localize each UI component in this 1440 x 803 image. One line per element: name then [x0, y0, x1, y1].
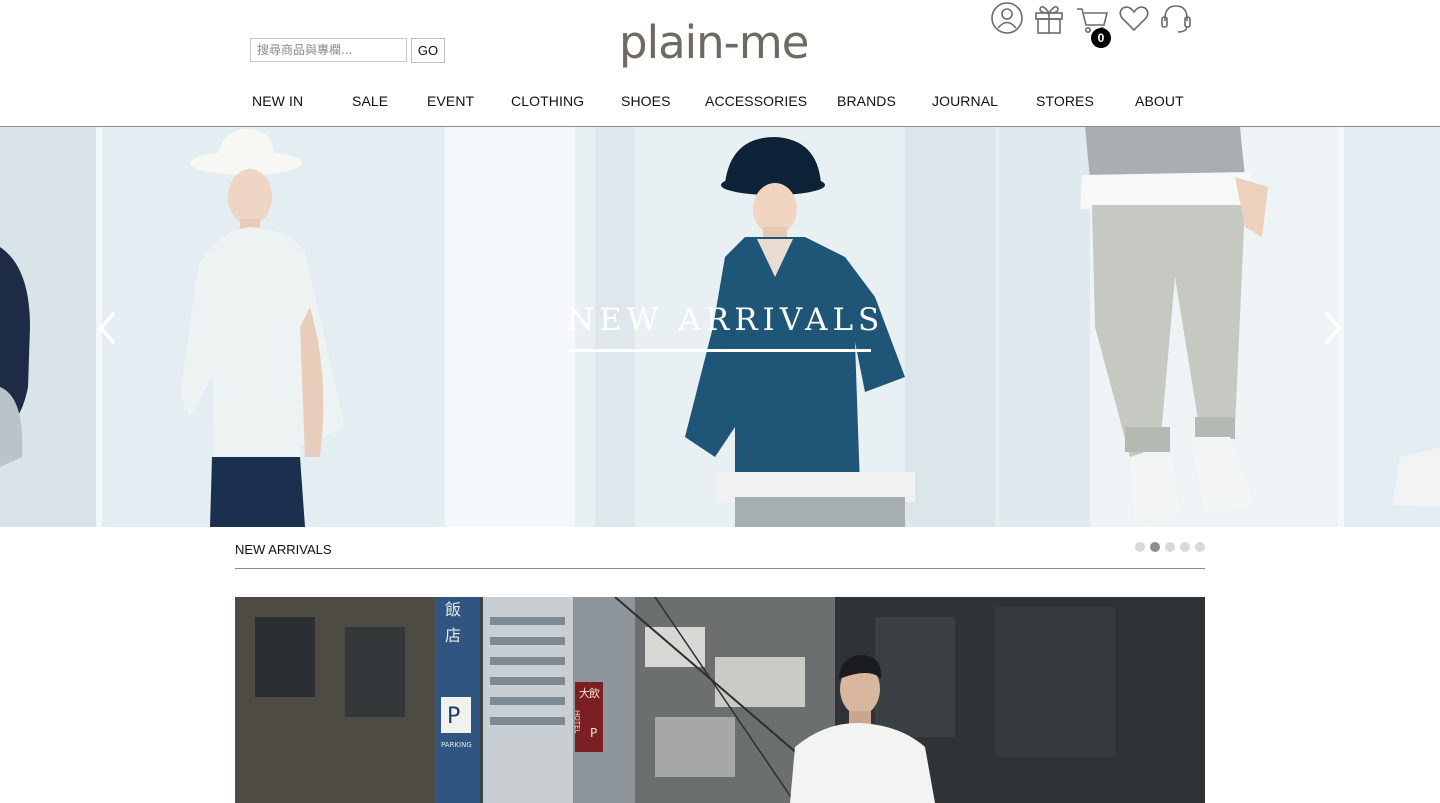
banner-parking-p: P [447, 704, 460, 729]
pagination-dot-1[interactable] [1135, 542, 1145, 552]
chevron-left-icon[interactable] [94, 308, 120, 348]
site-header: GO plain-me 0 NEW IN SALE EVENT CLOTHING… [0, 0, 1440, 127]
nav-new-in[interactable]: NEW IN [252, 93, 303, 109]
nav-brands[interactable]: BRANDS [837, 93, 896, 109]
chevron-right-icon[interactable] [1320, 308, 1346, 348]
nav-event[interactable]: EVENT [427, 93, 474, 109]
banner-parking-label: PARKING [441, 741, 472, 749]
section-title-new-arrivals: NEW ARRIVALS [235, 542, 332, 557]
hero-slider[interactable]: NEW ARRIVALS [0, 127, 1440, 527]
pagination-dot-4[interactable] [1180, 542, 1190, 552]
main-nav: NEW IN SALE EVENT CLOTHING SHOES ACCESSO… [0, 93, 1440, 113]
nav-accessories[interactable]: ACCESSORIES [705, 93, 807, 109]
banner-sign-char-2: 店 [445, 626, 461, 645]
wishlist-heart-icon[interactable] [1116, 0, 1152, 36]
customer-service-headset-icon[interactable] [1158, 0, 1194, 36]
hero-title[interactable]: NEW ARRIVALS [567, 302, 879, 338]
gift-icon[interactable] [1031, 0, 1067, 36]
slider-pagination-dots [1135, 542, 1205, 552]
nav-about[interactable]: ABOUT [1135, 93, 1184, 109]
nav-stores[interactable]: STORES [1036, 93, 1094, 109]
search-input[interactable] [250, 38, 407, 62]
pagination-dot-5[interactable] [1195, 542, 1205, 552]
nav-journal[interactable]: JOURNAL [932, 93, 998, 109]
account-icon[interactable] [989, 0, 1025, 36]
banner-sign-char-1: 飯 [445, 600, 461, 619]
plain-me-logo[interactable]: plain-me [617, 18, 821, 78]
cart-count-badge: 0 [1091, 28, 1111, 48]
hero-photo-right [1000, 127, 1440, 527]
nav-sale[interactable]: SALE [352, 93, 388, 109]
nav-clothing[interactable]: CLOTHING [511, 93, 584, 109]
new-arrivals-street-banner[interactable]: 飯 店 P PARKING 大 飲 HOTEL P [235, 597, 1205, 803]
search-form: GO [250, 38, 445, 63]
pagination-dot-2[interactable] [1150, 542, 1160, 552]
search-go-button[interactable]: GO [411, 38, 445, 63]
logo-text: plain-me [619, 18, 808, 69]
banner-hotel-label: HOTEL [573, 710, 581, 733]
hero-photo-left [0, 127, 440, 527]
nav-shoes[interactable]: SHOES [621, 93, 671, 109]
pagination-dot-3[interactable] [1165, 542, 1175, 552]
hero-title-underline [569, 349, 871, 352]
banner-hotel-p: P [590, 726, 597, 740]
section-divider [235, 568, 1205, 569]
banner-sign-char-4: 飲 [589, 686, 600, 700]
